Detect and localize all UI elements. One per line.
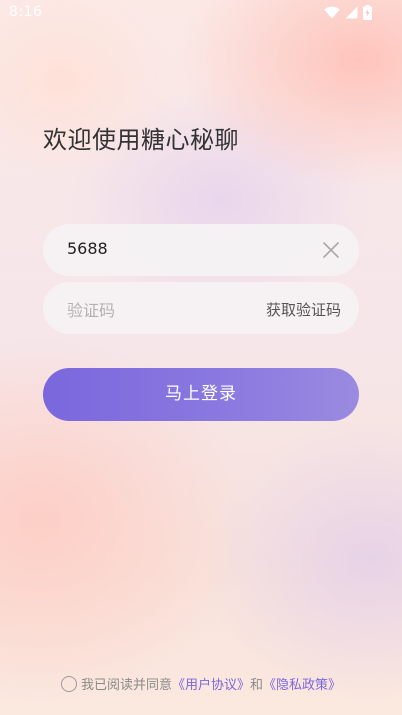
status-bar: 8:16 (0, 0, 402, 26)
agreement-conjunction: 和 (250, 678, 264, 693)
user-agreement-link[interactable]: 《用户协议》 (172, 674, 250, 693)
phone-input-value[interactable]: 5688 (67, 239, 108, 258)
agree-checkbox[interactable] (60, 675, 77, 692)
close-icon[interactable] (323, 242, 339, 258)
agreement-row: 我已阅读并同意 《用户协议》 和 《隐私政策》 (0, 674, 402, 693)
signal-icon (345, 6, 358, 19)
get-code-button[interactable]: 获取验证码 (266, 299, 341, 320)
verification-code-placeholder[interactable]: 验证码 (67, 297, 115, 321)
agreement-prefix: 我已阅读并同意 (80, 678, 172, 693)
welcome-title: 欢迎使用糖心秘聊 (43, 126, 239, 154)
status-icons (324, 5, 372, 20)
privacy-policy-link[interactable]: 《隐私政策》 (263, 674, 341, 693)
verification-code-input[interactable]: 验证码 获取验证码 (43, 282, 359, 334)
battery-icon (363, 5, 372, 20)
wifi-icon (324, 6, 340, 19)
status-time: 8:16 (9, 4, 43, 20)
phone-input[interactable]: 5688 (43, 224, 359, 276)
login-button[interactable]: 马上登录 (43, 368, 359, 421)
